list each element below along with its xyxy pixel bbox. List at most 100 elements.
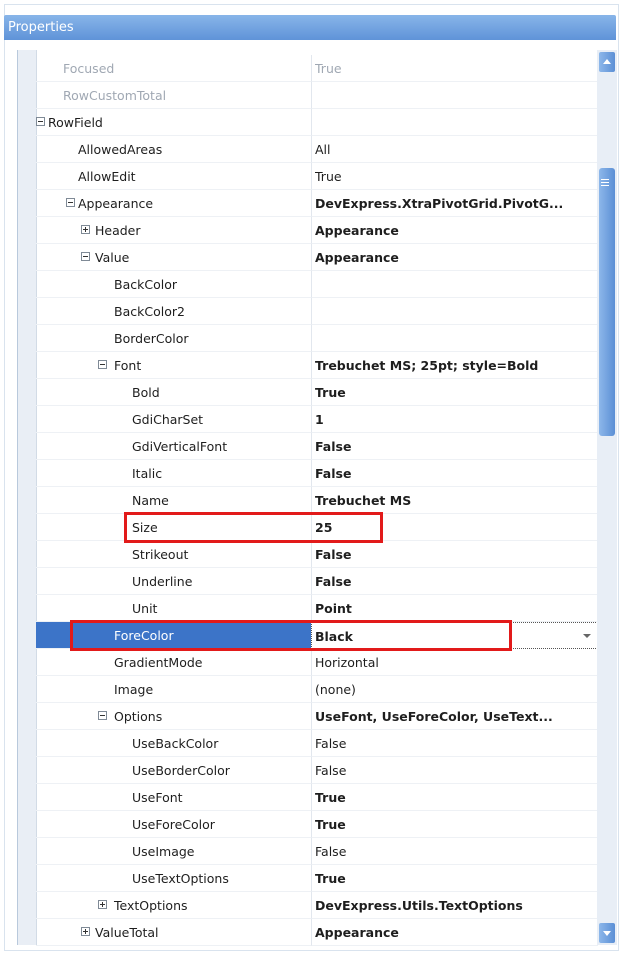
property-row-rowfield[interactable]: RowField xyxy=(18,109,598,136)
property-row-allowedareas[interactable]: AllowedAreas All xyxy=(18,136,598,163)
property-value-cell[interactable]: True xyxy=(311,379,598,406)
property-row-gdiverticalfont[interactable]: GdiVerticalFont False xyxy=(18,433,598,460)
property-value: True xyxy=(315,169,342,184)
property-value-cell[interactable]: False xyxy=(311,460,598,487)
property-value-cell[interactable]: All xyxy=(311,136,598,163)
expand-icon[interactable] xyxy=(98,900,107,909)
property-value-cell[interactable]: Appearance xyxy=(311,244,598,271)
property-row-appearance[interactable]: Appearance DevExpress.XtraPivotGrid.Pivot… xyxy=(18,190,598,217)
property-row-gradientmode[interactable]: GradientMode Horizontal xyxy=(18,649,598,676)
collapse-icon[interactable] xyxy=(36,117,45,126)
property-value-cell[interactable]: False xyxy=(311,541,598,568)
property-row-options[interactable]: Options UseFont, UseForeColor, UseText... xyxy=(18,703,598,730)
property-row-bold[interactable]: Bold True xyxy=(18,379,598,406)
expand-icon[interactable] xyxy=(81,225,90,234)
property-row-useimage[interactable]: UseImage False xyxy=(18,838,598,865)
scroll-down-button[interactable] xyxy=(599,923,615,943)
property-value-cell[interactable]: DevExpress.XtraPivotGrid.PivotG... xyxy=(311,190,598,217)
property-name-cell[interactable] xyxy=(36,217,311,244)
property-grid[interactable]: Focused True RowCustomTotal RowField Allowed… xyxy=(17,50,598,946)
property-value-cell[interactable]: UseFont, UseForeColor, UseText... xyxy=(311,703,598,730)
property-value-cell[interactable]: True xyxy=(311,865,598,892)
property-row-image[interactable]: Image (none) xyxy=(18,676,598,703)
property-name-cell[interactable] xyxy=(36,919,311,946)
property-row-underline[interactable]: Underline False xyxy=(18,568,598,595)
property-row-textoptions[interactable]: TextOptions DevExpress.Utils.TextOptions xyxy=(18,892,598,919)
property-row-rowcustomtotal[interactable]: RowCustomTotal xyxy=(18,82,598,109)
scroll-thumb[interactable] xyxy=(599,168,615,436)
property-row-value[interactable]: Value Appearance xyxy=(18,244,598,271)
property-name-cell[interactable] xyxy=(36,244,311,271)
property-value-cell[interactable]: True xyxy=(311,811,598,838)
property-row-focused[interactable]: Focused True xyxy=(18,55,598,82)
collapse-icon[interactable] xyxy=(98,711,107,720)
property-row-unit[interactable]: Unit Point xyxy=(18,595,598,622)
property-name-cell[interactable] xyxy=(36,379,311,406)
property-row-allowedit[interactable]: AllowEdit True xyxy=(18,163,598,190)
property-value: Appearance xyxy=(315,250,399,265)
property-label: Italic xyxy=(132,466,163,481)
property-value-cell[interactable]: Horizontal xyxy=(311,649,598,676)
property-value-cell[interactable]: True xyxy=(311,784,598,811)
property-name-cell[interactable] xyxy=(36,703,311,730)
property-value-cell[interactable]: Appearance xyxy=(311,919,598,946)
property-row-backcolor2[interactable]: BackColor2 xyxy=(18,298,598,325)
property-value-cell[interactable]: (none) xyxy=(311,676,598,703)
collapse-icon[interactable] xyxy=(81,252,90,261)
property-row-strikeout[interactable]: Strikeout False xyxy=(18,541,598,568)
property-name-cell[interactable] xyxy=(36,595,311,622)
property-value-cell[interactable]: Trebuchet MS xyxy=(311,487,598,514)
property-name-cell[interactable] xyxy=(36,487,311,514)
property-row-usebordercolor[interactable]: UseBorderColor False xyxy=(18,757,598,784)
property-value-cell[interactable] xyxy=(311,325,598,352)
property-value xyxy=(315,271,595,298)
property-value: True xyxy=(315,385,346,400)
property-value-cell[interactable] xyxy=(311,82,598,109)
property-name-cell[interactable] xyxy=(36,676,311,703)
property-label: AllowedAreas xyxy=(78,142,163,157)
property-row-useforecolor[interactable]: UseForeColor True xyxy=(18,811,598,838)
property-value-cell[interactable]: True xyxy=(311,55,598,82)
property-row-font[interactable]: Font Trebuchet MS; 25pt; style=Bold xyxy=(18,352,598,379)
property-value-cell[interactable]: False xyxy=(311,838,598,865)
property-label: Bold xyxy=(132,385,160,400)
expand-icon[interactable] xyxy=(81,927,90,936)
vertical-scrollbar[interactable] xyxy=(597,50,617,945)
property-row-usefont[interactable]: UseFont True xyxy=(18,784,598,811)
property-value: Trebuchet MS xyxy=(315,493,412,508)
property-row-usetextoptions[interactable]: UseTextOptions True xyxy=(18,865,598,892)
property-row-usebackcolor[interactable]: UseBackColor False xyxy=(18,730,598,757)
property-value-cell[interactable]: Appearance xyxy=(311,217,598,244)
property-value-cell[interactable]: Point xyxy=(311,595,598,622)
collapse-icon[interactable] xyxy=(98,360,107,369)
property-name-cell[interactable] xyxy=(36,352,311,379)
dropdown-arrow-icon[interactable] xyxy=(583,634,591,638)
property-row-valuetotal[interactable]: ValueTotal Appearance xyxy=(18,919,598,946)
property-value-cell[interactable]: Trebuchet MS; 25pt; style=Bold xyxy=(311,352,598,379)
property-name-cell[interactable] xyxy=(36,460,311,487)
property-value-cell[interactable] xyxy=(311,298,598,325)
property-row-gdicharset[interactable]: GdiCharSet 1 xyxy=(18,406,598,433)
window-title: Properties xyxy=(4,15,616,40)
property-value: (none) xyxy=(315,682,356,697)
property-value-cell[interactable]: False xyxy=(311,730,598,757)
property-value-cell[interactable]: DevExpress.Utils.TextOptions xyxy=(311,892,598,919)
property-value-cell[interactable] xyxy=(311,109,598,136)
collapse-icon[interactable] xyxy=(66,198,75,207)
property-value-cell[interactable]: False xyxy=(311,568,598,595)
property-row-italic[interactable]: Italic False xyxy=(18,460,598,487)
property-value-cell[interactable]: 1 xyxy=(311,406,598,433)
property-value-cell[interactable]: True xyxy=(311,163,598,190)
property-value: False xyxy=(315,466,352,481)
property-value: Point xyxy=(315,601,352,616)
property-value-cell[interactable]: False xyxy=(311,757,598,784)
property-row-header[interactable]: Header Appearance xyxy=(18,217,598,244)
scroll-up-button[interactable] xyxy=(599,52,615,72)
property-value-cell[interactable]: False xyxy=(311,433,598,460)
property-row-name[interactable]: Name Trebuchet MS xyxy=(18,487,598,514)
property-row-backcolor[interactable]: BackColor xyxy=(18,271,598,298)
property-row-bordercolor[interactable]: BorderColor xyxy=(18,325,598,352)
property-label: BorderColor xyxy=(114,331,189,346)
property-value-cell[interactable] xyxy=(311,271,598,298)
property-value: UseFont, UseForeColor, UseText... xyxy=(315,709,553,724)
